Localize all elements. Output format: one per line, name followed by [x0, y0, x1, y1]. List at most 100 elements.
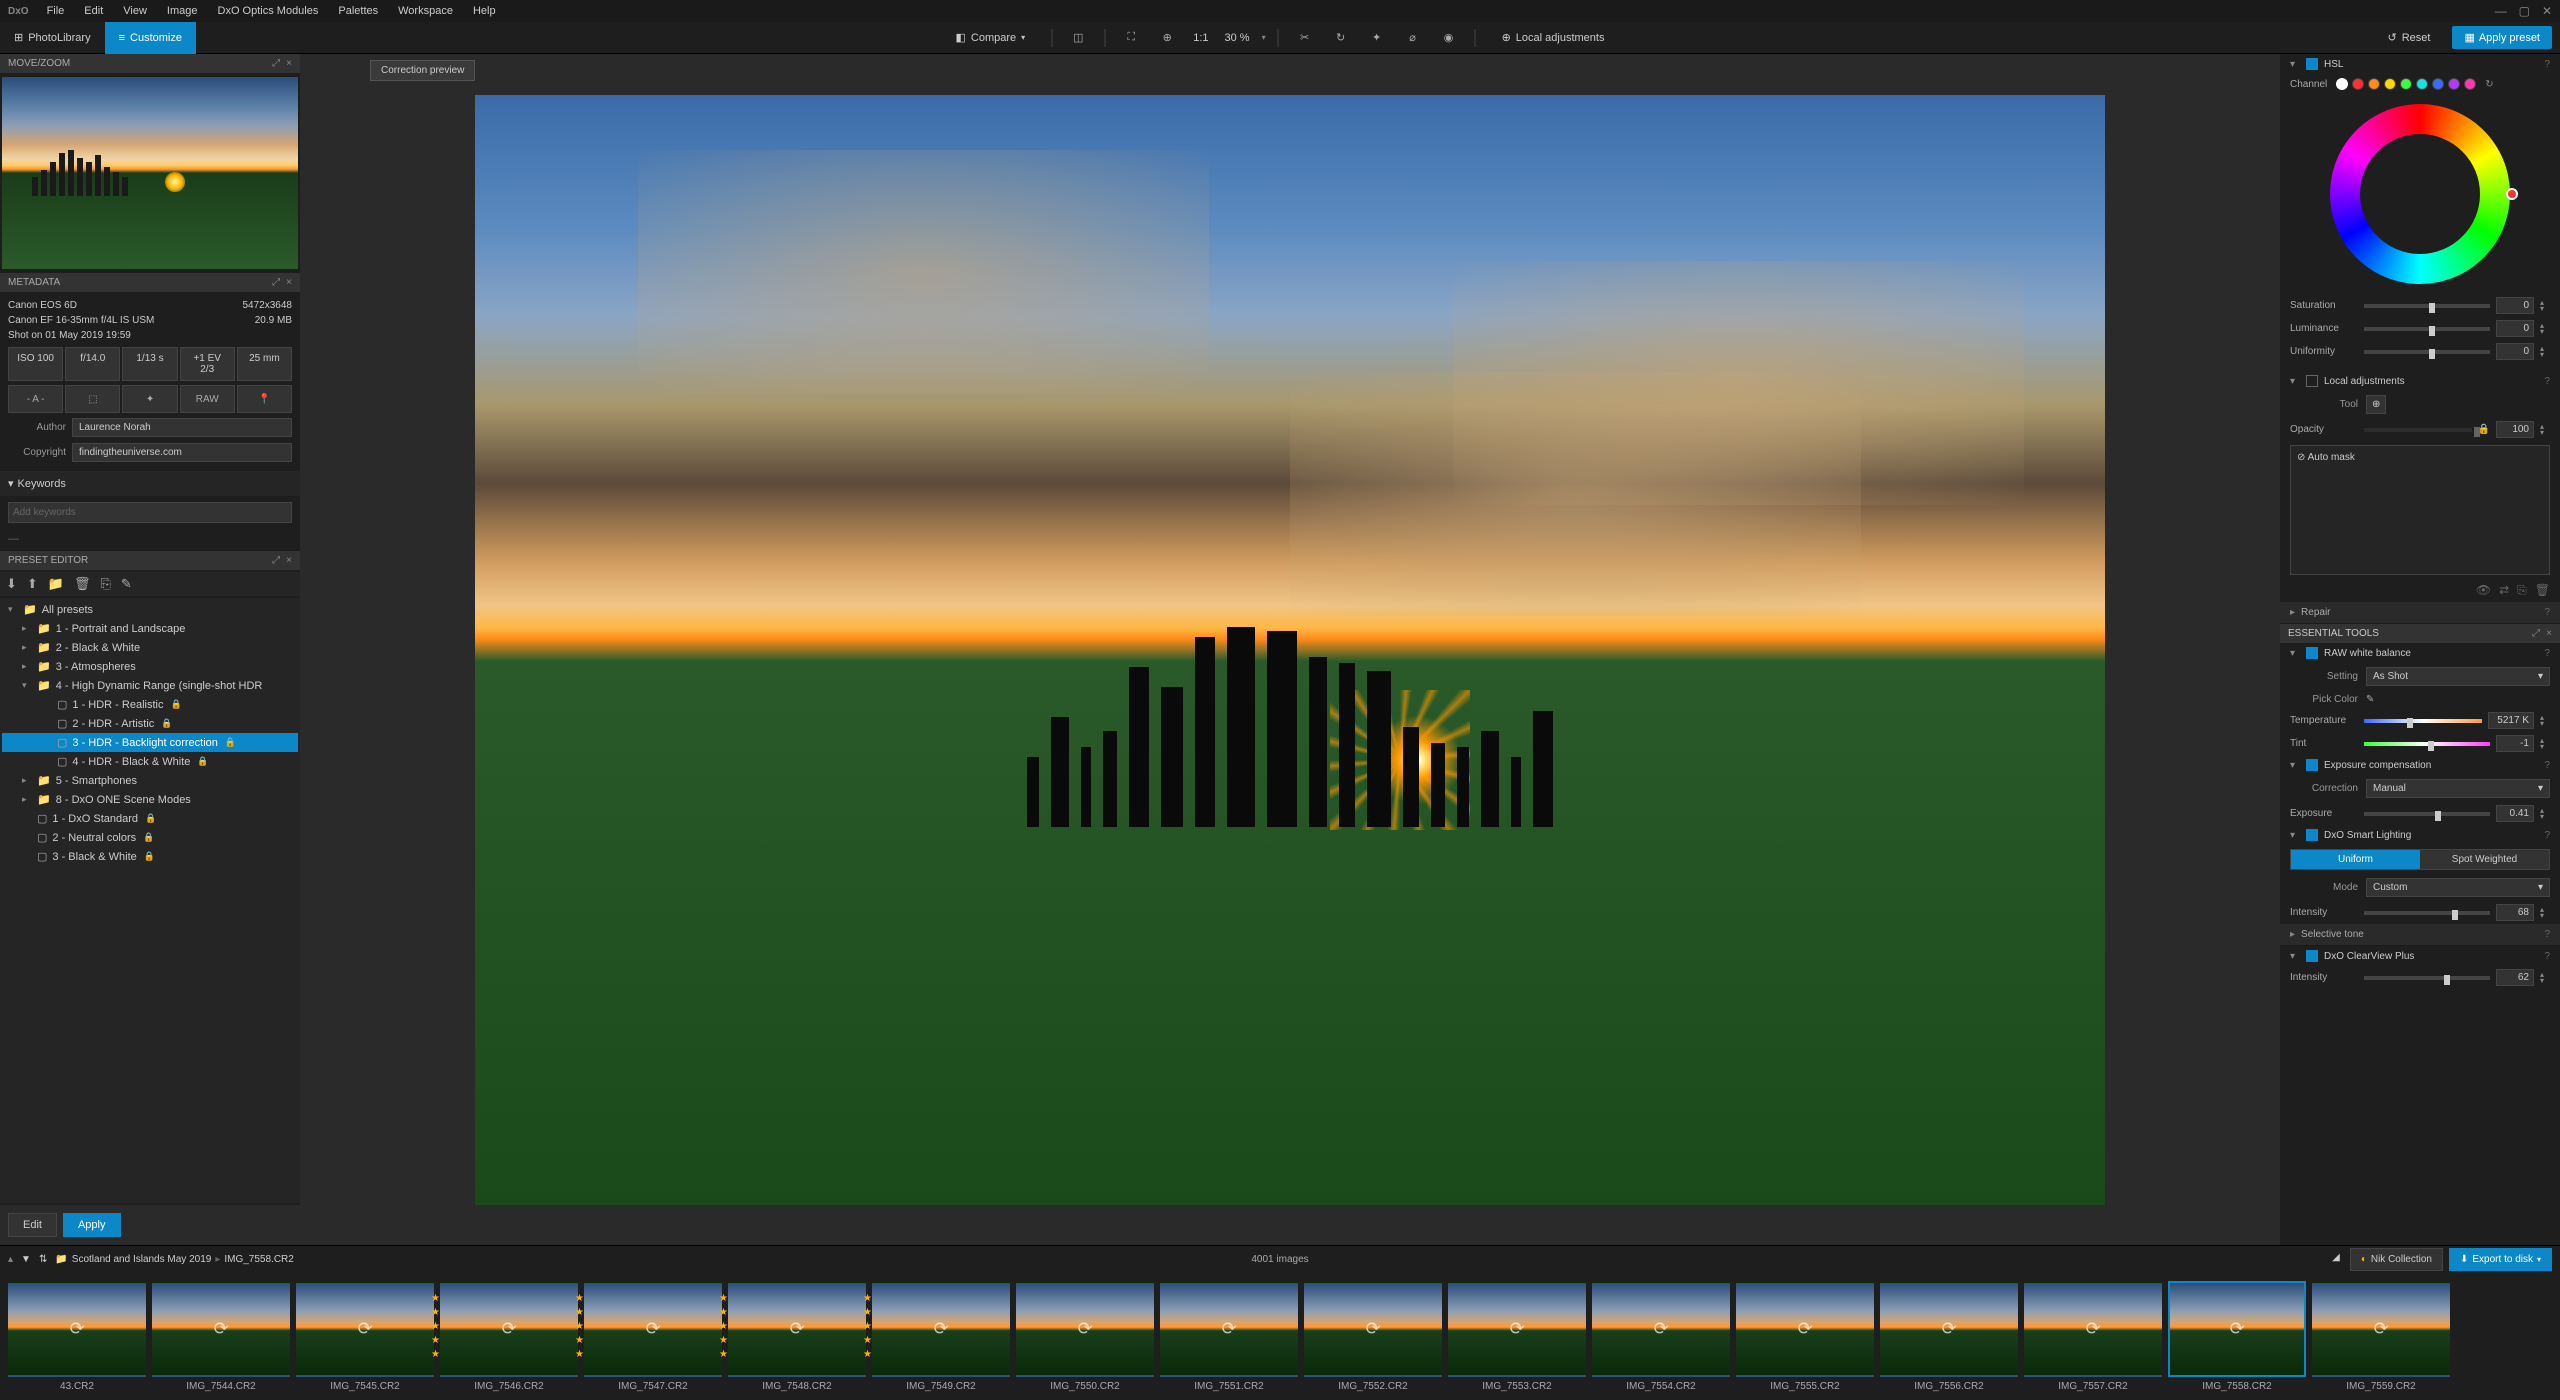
keywords-header[interactable]: ▾Keywords: [0, 471, 300, 496]
channel-dot[interactable]: [2368, 78, 2380, 90]
main-image[interactable]: [475, 95, 2105, 1205]
filmstrip-item[interactable]: IMG_7559.CR2: [2312, 1281, 2450, 1392]
export-icon[interactable]: ⬇: [6, 576, 17, 592]
chevron-up-icon[interactable]: ▴: [8, 1254, 13, 1265]
preset-tree-item[interactable]: ▢2 - HDR - Artistic🔒: [2, 714, 298, 733]
help-icon[interactable]: ?: [2544, 830, 2550, 841]
local-masks-list[interactable]: ⊘ Auto mask: [2290, 445, 2550, 575]
movezoom-header[interactable]: MOVE/ZOOM⤢×: [0, 54, 300, 73]
close-icon[interactable]: ×: [286, 58, 292, 69]
channel-dot[interactable]: [2352, 78, 2364, 90]
close-icon[interactable]: ×: [286, 555, 292, 566]
filmstrip-item[interactable]: IMG_7555.CR2: [1736, 1281, 1874, 1392]
preset-tree-item[interactable]: ▸📁1 - Portrait and Landscape: [2, 619, 298, 638]
wand-meta-icon[interactable]: ✦: [122, 385, 177, 413]
shutter-chip[interactable]: 1/13 s: [122, 347, 177, 381]
ev-chip[interactable]: +1 EV 2/3: [180, 347, 235, 381]
channel-dot[interactable]: [2432, 78, 2444, 90]
apply-button[interactable]: Apply: [63, 1213, 121, 1237]
aperture-chip[interactable]: f/14.0: [65, 347, 120, 381]
selective-tone-section[interactable]: ▸Selective tone?: [2280, 924, 2560, 946]
smart-mode-select[interactable]: Custom▾: [2366, 878, 2550, 897]
local-adjustments-button[interactable]: ⊕Local adjustments: [1488, 22, 1619, 54]
reset-channel-icon[interactable]: ↻: [2485, 79, 2493, 90]
filmstrip-item[interactable]: IMG_7547.CR2: [584, 1281, 722, 1392]
apply-preset-button[interactable]: ▦Apply preset: [2452, 26, 2552, 49]
local-checkbox[interactable]: [2306, 375, 2318, 387]
metadata-header[interactable]: METADATA⤢×: [0, 273, 300, 292]
thumbnail[interactable]: [152, 1281, 290, 1377]
eyedropper-icon[interactable]: ✎: [2366, 694, 2374, 705]
undock-icon[interactable]: ⤢: [272, 277, 280, 288]
help-icon[interactable]: ?: [2544, 376, 2550, 387]
edit-button[interactable]: Edit: [8, 1213, 57, 1237]
essential-tools-header[interactable]: ESSENTIAL TOOLS⤢×: [2280, 624, 2560, 643]
filmstrip-item[interactable]: IMG_7550.CR2: [1016, 1281, 1154, 1392]
preset-tree-item[interactable]: ▢4 - HDR - Black & White🔒: [2, 752, 298, 771]
local-adjustments-header[interactable]: ▾Local adjustments?: [2280, 371, 2560, 391]
help-icon[interactable]: ?: [2544, 648, 2550, 659]
keywords-input[interactable]: Add keywords: [8, 502, 292, 523]
undock-icon[interactable]: ⤢: [2532, 628, 2540, 639]
spot-weighted-toggle[interactable]: Spot Weighted: [2420, 850, 2549, 869]
channel-dot[interactable]: [2400, 78, 2412, 90]
preset-tree-item[interactable]: ▢3 - Black & White🔒: [2, 847, 298, 866]
help-icon[interactable]: ?: [2544, 607, 2550, 618]
clearview-header[interactable]: ▾DxO ClearView Plus?: [2280, 946, 2560, 966]
fit-icon[interactable]: ⛶: [1117, 26, 1145, 50]
thumbnail[interactable]: [8, 1281, 146, 1377]
filmstrip-item[interactable]: IMG_7554.CR2: [1592, 1281, 1730, 1392]
wand-icon[interactable]: ✦: [1363, 26, 1391, 50]
filmstrip-item[interactable]: IMG_7548.CR2: [728, 1281, 866, 1392]
channel-dot[interactable]: [2384, 78, 2396, 90]
export-button[interactable]: ⬇Export to disk▾: [2449, 1248, 2552, 1271]
help-icon[interactable]: ?: [2544, 951, 2550, 962]
preset-tree-item[interactable]: ▢3 - HDR - Backlight correction🔒: [2, 733, 298, 752]
smart-checkbox[interactable]: [2306, 829, 2318, 841]
focal-chip[interactable]: 25 mm: [237, 347, 292, 381]
white-balance-header[interactable]: ▾RAW white balance?: [2280, 643, 2560, 663]
thumbnail[interactable]: [1304, 1281, 1442, 1377]
new-folder-icon[interactable]: 📁: [48, 576, 64, 592]
thumbnail[interactable]: [872, 1281, 1010, 1377]
close-icon[interactable]: ×: [2546, 628, 2552, 639]
menu-palettes[interactable]: Palettes: [328, 2, 388, 20]
crop-icon[interactable]: ✂: [1291, 26, 1319, 50]
compare-button[interactable]: ◧Compare▾: [942, 22, 1040, 54]
filmstrip-item[interactable]: IMG_7558.CR2: [2168, 1281, 2306, 1392]
filmstrip[interactable]: 43.CR2IMG_7544.CR2IMG_7545.CR2IMG_7546.C…: [0, 1272, 2560, 1400]
preset-tree-item[interactable]: ▢1 - HDR - Realistic🔒: [2, 695, 298, 714]
thumbnail[interactable]: [296, 1281, 434, 1377]
exposure-comp-header[interactable]: ▾Exposure compensation?: [2280, 755, 2560, 775]
thumbnail[interactable]: [2312, 1281, 2450, 1377]
tab-customize[interactable]: ≡Customize: [105, 22, 196, 54]
undock-icon[interactable]: ⤢: [272, 58, 280, 69]
filter-icon[interactable]: ▼: [21, 1254, 31, 1265]
author-field[interactable]: Laurence Norah: [72, 418, 292, 437]
correction-select[interactable]: Manual▾: [2366, 779, 2550, 798]
location-icon[interactable]: 📍: [237, 385, 292, 413]
thumbnail[interactable]: [1448, 1281, 1586, 1377]
undock-icon[interactable]: ⤢: [272, 555, 280, 566]
redeye-icon[interactable]: ◉: [1435, 26, 1463, 50]
minimize-icon[interactable]: —: [2495, 4, 2507, 18]
preset-tree-item[interactable]: ▾📁All presets: [2, 600, 298, 619]
mask-eye-icon[interactable]: 👁: [2476, 583, 2491, 598]
menu-help[interactable]: Help: [463, 2, 506, 20]
import-icon[interactable]: ⬆: [27, 576, 38, 592]
mask-invert-icon[interactable]: ⇄: [2499, 583, 2509, 598]
wb-checkbox[interactable]: [2306, 647, 2318, 659]
menu-workspace[interactable]: Workspace: [388, 2, 463, 20]
clearview-checkbox[interactable]: [2306, 950, 2318, 962]
menu-view[interactable]: View: [113, 2, 157, 20]
delete-icon[interactable]: 🗑: [74, 576, 91, 592]
hsl-color-wheel[interactable]: [2330, 104, 2510, 284]
preset-tree-item[interactable]: ▸📁8 - DxO ONE Scene Modes: [2, 790, 298, 809]
menu-edit[interactable]: Edit: [74, 2, 113, 20]
repair-icon[interactable]: ⌀: [1399, 26, 1427, 50]
thumbnail[interactable]: [1880, 1281, 2018, 1377]
hsl-checkbox[interactable]: [2306, 58, 2318, 70]
zoom-fit-label[interactable]: 1:1: [1189, 32, 1212, 44]
reset-button[interactable]: ↺Reset: [2373, 22, 2444, 54]
help-icon[interactable]: ?: [2544, 929, 2550, 940]
